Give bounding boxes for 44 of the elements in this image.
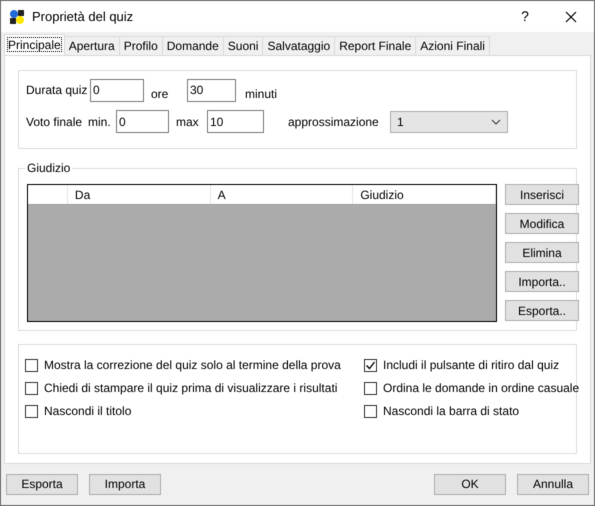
dialog-button[interactable]: Annulla [517,474,589,494]
field-label: ore [151,86,170,103]
window-title: Proprietà del quiz [32,8,134,26]
dialog-button[interactable]: Esporta [6,474,78,494]
field-label: min. [88,114,112,130]
close-icon [565,10,577,22]
option-checkbox[interactable]: Mostra la correzione del quiz solo al termine della prova [25,357,364,373]
tab[interactable]: Salvataggio [263,36,336,55]
tab[interactable]: Apertura [64,36,120,55]
dialog-button[interactable]: Importa [89,474,161,494]
rounding-dropdown[interactable]: 1 [390,110,508,132]
column-header[interactable]: Da [68,185,211,204]
option-checkbox[interactable]: Includi il pulsante di ritiro dal quiz [364,357,580,373]
dialog-button[interactable]: Importa.. [505,271,579,292]
option-checkbox[interactable]: Nascondi la barra di stato [364,403,580,419]
tab[interactable]: Profilo [120,36,163,55]
tab[interactable]: Suoni [224,36,264,55]
dialog-button[interactable]: Modifica [505,213,579,234]
dialog-button[interactable]: Inserisci [505,184,579,205]
dialog-button[interactable]: Elimina [505,242,579,263]
option-checkbox[interactable]: Nascondi il titolo [25,403,364,419]
option-checkbox[interactable]: Chiedi di stampare il quiz prima di visualizzare i risultati [25,380,364,396]
field-label: minuti [245,86,278,103]
column-header[interactable]: Giudizio [353,185,496,204]
input-field[interactable]: 30 [187,78,236,102]
input-field[interactable]: 0 [116,110,169,133]
tab[interactable]: Principale [4,34,65,55]
field-label: Durata quiz [26,82,88,99]
field-label: max [176,114,200,130]
column-header[interactable]: A [210,185,354,204]
group-title: Giudizio [25,161,72,175]
dialog-button[interactable]: OK [434,474,506,494]
tab[interactable]: Report Finale [335,36,416,55]
input-field[interactable]: 10 [207,110,264,133]
option-checkbox[interactable]: Ordina le domande in ordine casuale [364,380,580,396]
dialog-button[interactable]: Esporta.. [505,300,579,321]
app-logo-icon [9,8,25,24]
tab[interactable]: Domande [162,36,224,55]
field-label: approssimazione [288,114,380,130]
help-button[interactable]: ? [502,1,548,32]
input-field[interactable]: 0 [90,78,144,102]
field-label: Voto finale [26,114,84,130]
tab[interactable]: Azioni Finali [416,36,490,55]
chevron-down-icon [491,118,501,124]
